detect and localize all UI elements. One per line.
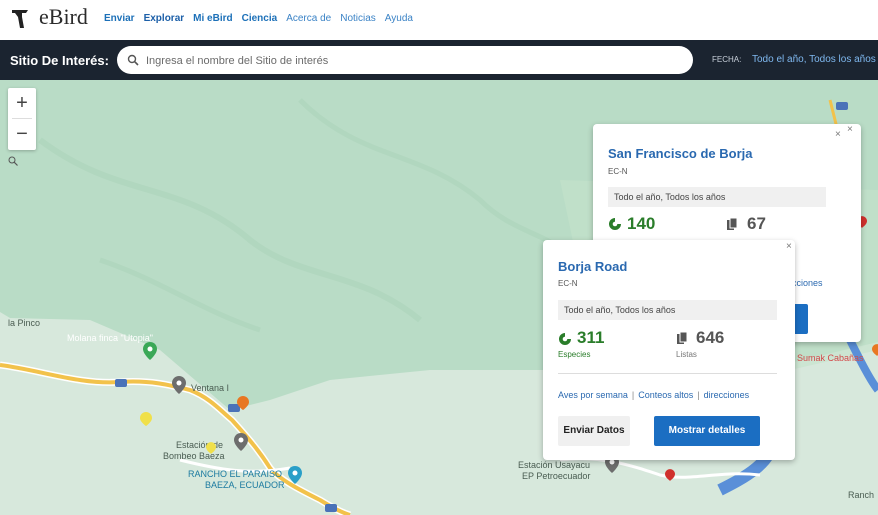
close-icon[interactable]: × <box>835 129 841 140</box>
ebird-logo-text[interactable]: eBird <box>39 4 88 30</box>
checklists-count: 646 <box>696 328 725 347</box>
hotspot-popup-borja-road: × Borja Road EC-N Todo el año, Todos los… <box>543 240 795 460</box>
checklist-icon <box>727 218 738 230</box>
hotspot-marker-orange-icon[interactable] <box>237 396 249 410</box>
close-icon[interactable]: × <box>786 241 792 252</box>
search-label: Sitio De Interés: <box>10 53 109 68</box>
checklists-count: 67 <box>747 214 766 233</box>
link-separator: | <box>697 390 700 400</box>
map-label-usayacu-1: Estación Usayacu <box>518 460 591 470</box>
hotspot-title[interactable]: Borja Road <box>558 259 627 274</box>
zoom-in-button[interactable]: + <box>8 88 36 118</box>
nav-ciencia[interactable]: Ciencia <box>242 13 278 24</box>
map-pin-teal-icon[interactable] <box>288 466 302 484</box>
link-direcciones[interactable]: direcciones <box>704 390 750 400</box>
species-count: 311 <box>577 328 605 347</box>
nav-ayuda[interactable]: Ayuda <box>385 13 413 24</box>
checklists-label: Listas <box>676 350 697 359</box>
map-pin-green-icon[interactable] <box>143 342 157 360</box>
search-box[interactable] <box>117 46 693 74</box>
link-separator: | <box>631 390 635 400</box>
date-filter-label: FECHA: <box>712 55 742 64</box>
hotspot-marker-yellow-icon[interactable] <box>140 412 152 426</box>
ebird-logo-icon[interactable] <box>11 7 29 31</box>
hotspot-marker-yellow-icon[interactable] <box>206 442 216 454</box>
hotspot-date-range: Todo el año, Todos los años <box>608 187 826 207</box>
map-pin-gray-icon[interactable] <box>234 433 248 451</box>
map-label-rancho-2: BAEZA, ECUADOR <box>205 480 285 490</box>
hotspot-region: EC-N <box>608 167 628 176</box>
hotspot-title[interactable]: San Francisco de Borja <box>608 146 753 161</box>
hotspot-date-range: Todo el año, Todos los años <box>558 300 777 320</box>
hotspot-search-input[interactable] <box>144 50 688 72</box>
hotspot-region: EC-N <box>558 279 578 288</box>
hotspot-marker-red-icon[interactable] <box>665 469 675 481</box>
map-label-ventana: Ventana I <box>191 383 230 393</box>
hotspot-links: cciones <box>792 278 823 288</box>
map-label-sumak: Sumak Cabañas <box>797 353 864 363</box>
search-icon <box>127 54 139 66</box>
species-count: 140 <box>627 214 656 233</box>
zoom-controls: + − <box>8 88 36 150</box>
hotspot-links: Aves por semana | Conteos altos | direccione… <box>558 390 749 400</box>
hotspot-search-bar: Sitio De Interés: FECHA: Todo el año, To… <box>0 40 878 80</box>
popup-divider <box>558 373 777 374</box>
locate-icon[interactable] <box>8 156 18 166</box>
nav-noticias[interactable]: Noticias <box>340 13 376 24</box>
map-label-usayacu-2: EP Petroecuador <box>522 471 591 481</box>
map-label-rancho-1: RANCHO EL PARAISO <box>188 469 283 479</box>
species-label: Especies <box>558 350 591 359</box>
date-filter-value[interactable]: Todo el año, Todos los años <box>752 54 876 65</box>
zoom-out-button[interactable]: − <box>8 119 36 149</box>
show-details-button[interactable]: Mostrar detalles <box>654 416 760 446</box>
submit-data-button[interactable]: Enviar Datos <box>558 416 630 446</box>
link-conteos-altos[interactable]: Conteos altos <box>638 390 693 400</box>
nav-mi-ebird[interactable]: Mi eBird <box>193 13 232 24</box>
main-nav: Enviar Explorar Mi eBird Ciencia Acerca … <box>104 13 413 24</box>
close-icon[interactable]: × <box>847 124 853 135</box>
map-label-ranch: Ranch <box>848 490 875 500</box>
map-label-pinco: la Pinco <box>8 318 41 328</box>
link-aves-por-semana[interactable]: Aves por semana <box>558 390 628 400</box>
map-pin-gray-icon[interactable] <box>172 376 186 394</box>
top-nav: eBird Enviar Explorar Mi eBird Ciencia A… <box>0 0 878 40</box>
nav-enviar[interactable]: Enviar <box>104 13 135 24</box>
nav-explorar[interactable]: Explorar <box>144 13 185 24</box>
hotspot-marker-orange-icon[interactable] <box>872 344 878 356</box>
bird-species-icon <box>609 218 621 230</box>
link-direcciones[interactable]: cciones <box>792 278 823 288</box>
map-label-molana: Molana finca "Utopia" <box>67 333 153 343</box>
bird-species-icon <box>559 333 571 345</box>
checklist-icon <box>677 332 688 344</box>
nav-acerca-de[interactable]: Acerca de <box>286 13 331 24</box>
